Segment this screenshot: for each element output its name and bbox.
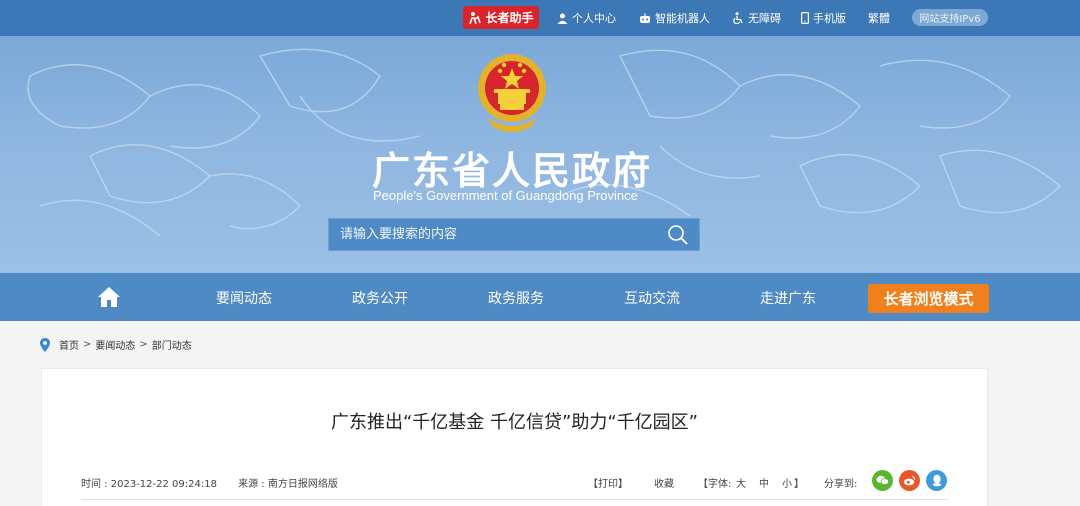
favorite-button[interactable]: 收藏	[654, 475, 674, 490]
weibo-icon	[903, 476, 916, 486]
weibo-share-icon[interactable]	[899, 470, 920, 491]
font-size-label: 【字体:	[698, 479, 732, 490]
ipv6-badge: 网站支持IPv6	[912, 9, 988, 26]
article-card: 广东推出“千亿基金 千亿信贷”助力“千亿园区” 时间 : 2023-12-22 …	[41, 368, 988, 506]
article-title: 广东推出“千亿基金 千亿信贷”助力“千亿园区”	[330, 412, 699, 433]
breadcrumb-news[interactable]: 要闻动态	[95, 337, 135, 352]
smart-robot-label: 智能机器人	[655, 12, 710, 25]
font-large-button[interactable]: 大	[736, 475, 746, 490]
elder-helper-label: 长者助手	[485, 11, 534, 25]
national-emblem	[478, 54, 546, 132]
site-subtitle: People's Government of Guangdong Provinc…	[373, 188, 638, 203]
mobile-phone-icon	[801, 12, 809, 24]
robot-icon	[640, 13, 650, 23]
breadcrumb-department-news[interactable]: 部门动态	[152, 337, 192, 352]
top-utility-bar: 长者助手 个人中心 智能机器人 无障碍 手机版 繁體 网站支持IPv6	[0, 0, 1080, 36]
nav-item-gov-affairs[interactable]: 政务公开	[352, 288, 408, 308]
ipv6-label: 网站支持IPv6	[919, 14, 981, 25]
personal-center-link[interactable]: 个人中心	[557, 10, 616, 26]
wechat-icon	[876, 475, 889, 485]
personal-center-label: 个人中心	[572, 12, 616, 25]
breadcrumb: 首页 > 要闻动态 > 部门动态	[40, 337, 192, 352]
mobile-version-label: 手机版	[813, 12, 846, 25]
wechat-share-icon[interactable]	[872, 470, 893, 491]
nav-item-services[interactable]: 政务服务	[488, 288, 544, 308]
nav-item-news[interactable]: 要闻动态	[216, 288, 272, 308]
nav-item-interaction[interactable]: 互动交流	[624, 288, 680, 308]
smart-robot-link[interactable]: 智能机器人	[639, 10, 710, 26]
home-icon[interactable]	[97, 286, 121, 308]
traditional-chinese-link[interactable]: 繁體	[868, 10, 890, 26]
qq-share-icon[interactable]	[926, 470, 947, 491]
meta-divider	[81, 499, 949, 500]
search-box	[328, 218, 700, 251]
qq-icon	[932, 474, 941, 487]
article-source: 来源 : 南方日报网络版	[238, 479, 338, 490]
elder-icon	[469, 11, 482, 24]
location-pin-icon	[40, 337, 50, 352]
mobile-version-link[interactable]: 手机版	[801, 10, 846, 26]
site-title: 广东省人民政府	[372, 149, 653, 193]
search-icon[interactable]	[667, 224, 689, 246]
elder-helper-button[interactable]: 长者助手	[463, 6, 539, 29]
accessibility-link[interactable]: 无障碍	[732, 10, 781, 26]
search-input[interactable]	[329, 219, 659, 250]
article-meta: 时间 : 2023-12-22 09:24:18 来源 : 南方日报网络版	[81, 475, 338, 490]
font-medium-button[interactable]: 中	[759, 475, 769, 490]
wheelchair-icon	[733, 12, 743, 24]
print-button[interactable]: 【打印】	[588, 475, 628, 490]
breadcrumb-separator: >	[139, 339, 148, 350]
breadcrumb-separator: >	[83, 339, 92, 350]
user-icon	[557, 13, 568, 24]
main-nav: 要闻动态 政务公开 政务服务 互动交流 走进广东 长者浏览模式	[0, 273, 1080, 321]
share-label: 分享到:	[824, 479, 858, 490]
header-banner: 广东省人民政府 People's Government of Guangdong…	[0, 36, 1080, 273]
traditional-chinese-label: 繁體	[868, 12, 890, 25]
breadcrumb-home[interactable]: 首页	[59, 337, 79, 352]
accessibility-label: 无障碍	[748, 12, 781, 25]
font-size-bracket: 】	[794, 479, 804, 490]
elder-mode-button[interactable]: 长者浏览模式	[868, 284, 989, 313]
publish-time: 时间 : 2023-12-22 09:24:18	[81, 479, 217, 490]
nav-item-about-guangdong[interactable]: 走进广东	[760, 288, 816, 308]
font-small-button[interactable]: 小	[782, 475, 792, 490]
